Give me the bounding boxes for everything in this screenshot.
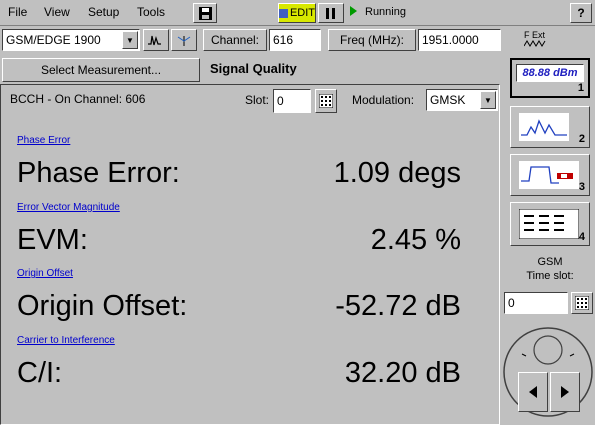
origin-offset-link[interactable]: Origin Offset xyxy=(17,268,73,279)
view-button-1[interactable]: 88.88 dBm 1 xyxy=(510,58,590,98)
f-ext-label: F Ext xyxy=(524,30,546,47)
knob-control xyxy=(502,320,594,424)
slot-label: Slot: xyxy=(245,93,270,107)
ci-link[interactable]: Carrier to Interference xyxy=(17,335,115,346)
edit-icon xyxy=(279,8,288,18)
timeslot-keypad-button[interactable] xyxy=(571,292,593,314)
pause-icon xyxy=(326,7,335,19)
slot-input[interactable]: 0 xyxy=(273,89,311,113)
signal-wave-icon xyxy=(148,35,161,46)
rotary-knob-icon[interactable] xyxy=(502,320,594,424)
origin-offset-value: -52.72 dB xyxy=(335,290,461,322)
chevron-down-icon[interactable]: ▼ xyxy=(122,31,138,49)
wave-icon xyxy=(524,40,546,47)
phase-error-link[interactable]: Phase Error xyxy=(17,135,70,146)
measurement-title: Signal Quality xyxy=(210,61,297,76)
evm-label: EVM: xyxy=(17,224,88,256)
ci-value: 32.20 dB xyxy=(344,357,461,389)
origin-offset-label: Origin Offset: xyxy=(17,290,188,322)
view-number: 4 xyxy=(578,231,585,243)
standard-value: GSM/EDGE 1900 xyxy=(6,33,101,47)
left-arrow-button[interactable] xyxy=(518,372,548,412)
phase-error-value: 1.09 degs xyxy=(333,157,461,189)
signal-icon-button[interactable] xyxy=(143,29,169,51)
modulation-value: GMSK xyxy=(430,93,466,107)
view-button-2[interactable]: 2 xyxy=(510,106,590,148)
evm-link[interactable]: Error Vector Magnitude xyxy=(17,202,120,213)
menu-bar: File View Setup Tools EDIT Running ? xyxy=(0,0,595,26)
measurement-panel: BCCH - On Channel: 606 Slot: 0 Modulatio… xyxy=(0,84,500,425)
view-button-4[interactable]: 4 xyxy=(510,202,590,246)
help-button[interactable]: ? xyxy=(570,3,592,23)
play-icon xyxy=(350,6,357,16)
keypad-button[interactable] xyxy=(315,89,337,113)
antenna-icon xyxy=(177,36,191,46)
evm-value: 2.45 % xyxy=(370,224,461,256)
antenna-icon-button[interactable] xyxy=(171,29,197,51)
right-arrow-button[interactable] xyxy=(550,372,580,412)
phase-error-label: Phase Error: xyxy=(17,157,180,189)
bcch-label: BCCH - On Channel: 606 xyxy=(10,92,146,106)
f-ext-text: F Ext xyxy=(524,30,546,40)
menu-view[interactable]: View xyxy=(44,5,70,19)
ci-label: C/I: xyxy=(17,357,63,389)
table-grid-icon xyxy=(519,209,579,239)
gsm-label: GSM xyxy=(537,256,563,268)
select-measurement-button[interactable]: Select Measurement... xyxy=(2,58,200,82)
view-number: 1 xyxy=(577,82,584,94)
timeslot-input[interactable]: 0 xyxy=(504,292,568,314)
left-arrow-icon xyxy=(529,386,537,398)
channel-button[interactable]: Channel: xyxy=(203,29,267,51)
power-ramp-icon xyxy=(519,161,579,189)
modulation-select[interactable]: GMSK ▼ xyxy=(426,89,498,111)
dbm-display: 88.88 dBm xyxy=(516,64,584,82)
standard-select[interactable]: GSM/EDGE 1900 ▼ xyxy=(2,29,140,51)
modulation-label: Modulation: xyxy=(352,93,415,107)
freq-button[interactable]: Freq (MHz): xyxy=(328,29,416,51)
view-button-3[interactable]: 3 xyxy=(510,154,590,196)
view-number: 3 xyxy=(578,181,585,193)
run-status: Running xyxy=(365,6,406,18)
right-arrow-icon xyxy=(561,386,569,398)
keypad-icon xyxy=(319,94,333,108)
freq-input[interactable]: 1951.0000 xyxy=(418,29,501,51)
timeslot-label: Time slot: xyxy=(526,270,574,282)
view-number: 2 xyxy=(578,133,585,145)
spectrum-trace-icon xyxy=(519,113,569,141)
channel-input[interactable]: 616 xyxy=(269,29,321,51)
keypad-icon xyxy=(575,296,589,310)
pause-button[interactable] xyxy=(318,3,344,23)
floppy-disk-icon xyxy=(198,6,212,20)
menu-file[interactable]: File xyxy=(8,5,27,19)
edit-label: EDIT xyxy=(289,7,315,19)
chevron-down-icon[interactable]: ▼ xyxy=(480,91,496,109)
menu-setup[interactable]: Setup xyxy=(88,5,119,19)
edit-button[interactable]: EDIT xyxy=(278,3,316,23)
menu-tools[interactable]: Tools xyxy=(137,5,165,19)
save-button[interactable] xyxy=(193,3,217,23)
